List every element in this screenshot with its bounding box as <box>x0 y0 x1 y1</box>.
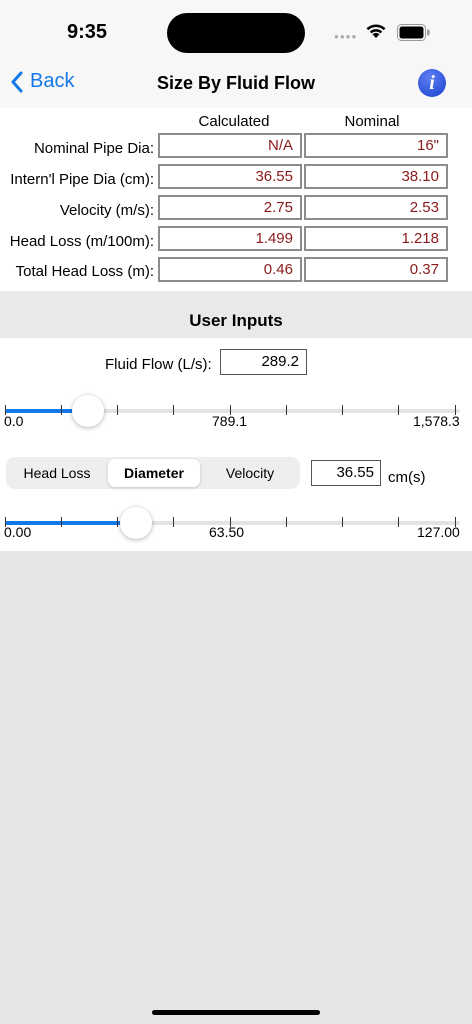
info-icon: i <box>429 72 435 94</box>
nominal-nominal-pipe-dia: 16" <box>304 133 448 158</box>
navigation-bar: Back Size By Fluid Flow i <box>0 62 472 108</box>
row-label-nominal-pipe-dia: Nominal Pipe Dia: <box>33 140 154 157</box>
battery-icon <box>397 24 430 41</box>
column-header-nominal: Nominal <box>344 113 400 130</box>
diameter-slider-min-label: 0.00 <box>4 524 32 540</box>
calculated-velocity: 2.75 <box>158 195 302 220</box>
diameter-input[interactable]: 36.55 <box>311 460 381 486</box>
nominal-head-loss: 1.218 <box>304 226 448 251</box>
nominal-internal-pipe-dia: 38.10 <box>304 164 448 189</box>
user-inputs-title: User Inputs <box>189 311 283 330</box>
diameter-unit-label: cm(s) <box>388 469 426 486</box>
segment-velocity[interactable]: Velocity <box>202 459 298 487</box>
row-label-internal-pipe-dia: Intern'l Pipe Dia (cm): <box>10 171 154 188</box>
home-indicator <box>152 1010 320 1015</box>
flow-slider-tick <box>61 405 62 415</box>
dynamic-island <box>167 13 305 53</box>
info-button[interactable]: i <box>418 69 446 97</box>
status-time: 9:35 <box>67 21 108 43</box>
diameter-slider-max-label: 127.00 <box>417 524 460 540</box>
fluid-flow-label: Fluid Flow (L/s): <box>105 356 212 373</box>
wifi-icon <box>366 24 386 38</box>
row-label-head-loss: Head Loss (m/100m): <box>9 233 154 250</box>
nominal-velocity: 2.53 <box>304 195 448 220</box>
segment-head-loss[interactable]: Head Loss <box>8 459 106 487</box>
solve-for-segmented-control: Head Loss Diameter Velocity <box>6 457 300 489</box>
diameter-slider-mid-label: 63.50 <box>209 524 245 540</box>
calculated-total-head-loss: 0.46 <box>158 257 302 282</box>
diameter-slider-tick <box>342 517 343 527</box>
flow-slider-mid-label: 789.1 <box>212 413 248 429</box>
flow-slider-tick <box>286 405 287 415</box>
segment-diameter[interactable]: Diameter <box>108 459 200 487</box>
diameter-slider-tick <box>117 517 118 527</box>
flow-slider-tick <box>173 405 174 415</box>
signal-dots-icon: ●●●● <box>334 32 358 41</box>
diameter-slider-thumb[interactable] <box>120 507 153 539</box>
flow-slider-min-label: 0.0 <box>4 413 24 429</box>
nominal-total-head-loss: 0.37 <box>304 257 448 282</box>
flow-slider-tick <box>398 405 399 415</box>
page-title: Size By Fluid Flow <box>156 73 315 93</box>
calculated-nominal-pipe-dia: N/A <box>158 133 302 158</box>
calculated-internal-pipe-dia: 36.55 <box>158 164 302 189</box>
flow-slider-tick <box>342 405 343 415</box>
flow-slider-tick <box>117 405 118 415</box>
column-header-calculated: Calculated <box>198 113 270 130</box>
row-label-velocity: Velocity (m/s): <box>59 202 154 219</box>
diameter-slider-tick <box>173 517 174 527</box>
fluid-flow-input[interactable]: 289.2 <box>220 349 307 375</box>
flow-slider-max-label: 1,578.3 <box>413 413 460 429</box>
diameter-slider-tick <box>398 517 399 527</box>
user-inputs-header: User Inputs <box>0 291 472 338</box>
status-bar: 9:35 ●●●● <box>0 0 472 62</box>
flow-slider-thumb[interactable] <box>72 395 105 427</box>
results-panel: Calculated Nominal Nominal Pipe Dia: N/A… <box>0 108 472 291</box>
calculated-head-loss: 1.499 <box>158 226 302 251</box>
diameter-slider-tick <box>286 517 287 527</box>
row-label-total-head-loss: Total Head Loss (m): <box>15 263 154 280</box>
user-inputs-panel: Fluid Flow (L/s): 289.2 0.0 789.1 1,578.… <box>0 338 472 551</box>
diameter-slider-tick <box>61 517 62 527</box>
